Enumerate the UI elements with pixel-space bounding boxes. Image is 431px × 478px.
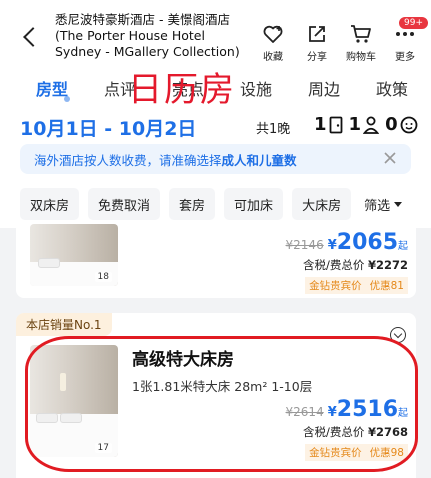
header-actions: 收藏 分享 购物车 99+ 更多 xyxy=(255,16,429,63)
close-icon[interactable] xyxy=(383,151,397,165)
room-photo[interactable]: 18 xyxy=(30,224,118,286)
room-card[interactable]: 18 ¥2146 ¥2065起 含税/费总价 ¥2272 金钻贵宾价 优惠81 xyxy=(16,224,416,298)
notice-highlight[interactable]: 成人和儿童数 xyxy=(222,150,297,169)
date-range[interactable]: 10月1日 - 10月2日 xyxy=(20,114,196,141)
cart-button[interactable]: 购物车 xyxy=(343,22,379,63)
handwritten-annotation: 日历房 xyxy=(128,70,236,110)
original-price: ¥2614 xyxy=(285,405,324,419)
favorite-button[interactable]: 收藏 xyxy=(255,22,291,63)
photo-count: 18 xyxy=(94,272,112,282)
filter-bar: 双床房 免费取消 套房 可加床 大床房 筛选 xyxy=(0,180,431,228)
filter-twin-room[interactable]: 双床房 xyxy=(20,188,80,220)
room-card-superior-king[interactable]: 本店销量No.1 17 高级特大床房 1张1.81米特大床 28m² 1-10层… xyxy=(16,313,416,478)
discount-tag: 优惠81 xyxy=(365,277,408,294)
bestseller-badge: 本店销量No.1 xyxy=(16,313,112,336)
share-icon xyxy=(305,22,329,46)
adult-icon xyxy=(363,116,380,134)
cart-icon xyxy=(349,22,373,46)
back-arrow-icon[interactable] xyxy=(23,27,43,47)
favorite-label: 收藏 xyxy=(263,52,283,63)
filter-free-cancel[interactable]: 免费取消 xyxy=(88,188,161,220)
adults-count: 1 xyxy=(349,114,380,135)
children-count: 0 xyxy=(385,114,418,135)
more-label: 更多 xyxy=(395,52,415,63)
share-label: 分享 xyxy=(307,52,327,63)
filter-king-room[interactable]: 大床房 xyxy=(292,188,352,220)
price-block: ¥2146 ¥2065起 含税/费总价 ¥2272 金钻贵宾价 优惠81 xyxy=(285,230,408,294)
tab-policies[interactable]: 政策 xyxy=(358,68,426,108)
expand-chevron-icon[interactable] xyxy=(390,327,406,343)
guest-selector[interactable]: 1 1 0 xyxy=(314,114,418,135)
more-button[interactable]: 99+ 更多 xyxy=(387,16,429,63)
member-price-tag: 金钻贵宾价 xyxy=(305,444,366,461)
notice-text: 海外酒店按人数收费，请准确选择 xyxy=(34,152,222,168)
heart-icon xyxy=(261,22,285,46)
discount-tag: 优惠98 xyxy=(365,444,408,461)
total-with-tax: 含税/费总价 ¥2768 xyxy=(302,425,408,439)
filter-suite[interactable]: 套房 xyxy=(169,188,216,220)
total-with-tax: 含税/费总价 ¥2272 xyxy=(302,258,408,272)
room-icon xyxy=(329,116,342,133)
nights-count: 共1晚 xyxy=(256,122,291,137)
rooms-count: 1 xyxy=(314,114,343,135)
original-price: ¥2146 xyxy=(285,238,324,252)
price-block: ¥2614 ¥2516起 含税/费总价 ¥2768 金钻贵宾价 优惠98 xyxy=(285,397,408,461)
room-name[interactable]: 高级特大床房 xyxy=(132,345,234,370)
tab-rooms[interactable]: 房型 xyxy=(18,68,86,108)
photo-count: 17 xyxy=(94,443,112,453)
filter-extra-bed[interactable]: 可加床 xyxy=(224,188,284,220)
current-price: ¥2065 xyxy=(327,230,398,255)
dropdown-triangle-icon xyxy=(394,201,403,207)
cart-label: 购物车 xyxy=(346,52,376,63)
hotel-header: 悉尼波特豪斯酒店 - 美憬阁酒店 (The Porter House Hotel… xyxy=(0,0,431,68)
hotel-name: 悉尼波特豪斯酒店 - 美憬阁酒店 (The Porter House Hotel… xyxy=(55,12,240,59)
filter-more-button[interactable]: 筛选 xyxy=(364,195,403,214)
stay-selector: 10月1日 - 10月2日 共1晚 1 1 0 xyxy=(0,108,431,144)
guest-notice-banner: 海外酒店按人数收费，请准确选择 成人和儿童数 xyxy=(20,144,411,174)
member-price-tag: 金钻贵宾价 xyxy=(305,277,366,294)
room-spec: 1张1.81米特大床 28m² 1-10层 xyxy=(132,379,313,394)
child-icon xyxy=(400,116,417,133)
share-button[interactable]: 分享 xyxy=(299,22,335,63)
room-photo[interactable]: 17 xyxy=(30,345,118,457)
notification-badge: 99+ xyxy=(398,16,429,30)
filter-more-label: 筛选 xyxy=(364,198,391,214)
tab-nearby[interactable]: 周边 xyxy=(290,68,358,108)
notice-wrap: 海外酒店按人数收费，请准确选择 成人和儿童数 xyxy=(0,144,431,180)
current-price: ¥2516 xyxy=(327,397,398,422)
